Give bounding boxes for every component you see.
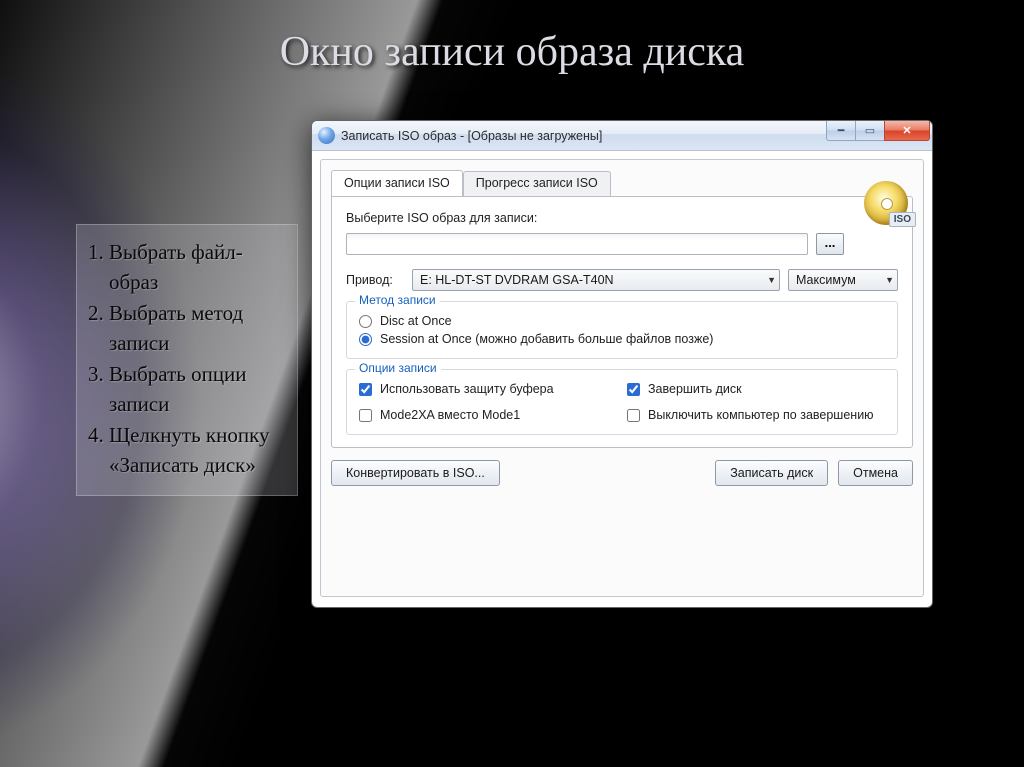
- cancel-button[interactable]: Отмена: [838, 460, 913, 486]
- write-method-legend: Метод записи: [355, 293, 440, 307]
- write-method-group: Метод записи Disc at Once Session at Onc…: [346, 301, 898, 359]
- convert-to-iso-button[interactable]: Конвертировать в ISO...: [331, 460, 500, 486]
- radio-disc-at-once[interactable]: Disc at Once: [359, 314, 885, 328]
- iso-disc-icon: ISO: [862, 179, 916, 227]
- radio-label: Session at Once (можно добавить больше ф…: [380, 332, 713, 346]
- check-finalize-disc[interactable]: Завершить диск: [627, 382, 885, 396]
- speed-value: Максимум: [796, 273, 856, 287]
- drive-value: E: HL-DT-ST DVDRAM GSA-T40N: [420, 273, 614, 287]
- burn-iso-window: Записать ISO образ - [Образы не загружен…: [311, 120, 933, 608]
- check-shutdown[interactable]: Выключить компьютер по завершению: [627, 408, 885, 422]
- radio-session-at-once[interactable]: Session at Once (можно добавить больше ф…: [359, 332, 885, 346]
- speed-combo[interactable]: Максимум ▼: [788, 269, 898, 291]
- maximize-button[interactable]: ▭: [855, 121, 885, 141]
- tab-panel-options: ISO Выберите ISO образ для записи: ... П…: [331, 196, 913, 448]
- app-icon: [318, 127, 335, 144]
- close-button[interactable]: ✕: [884, 121, 930, 141]
- step-item: Выбрать метод записи: [109, 298, 287, 359]
- iso-badge-label: ISO: [889, 212, 916, 227]
- step-item: Щелкнуть кнопку «Записать диск»: [109, 420, 287, 481]
- burn-disc-button[interactable]: Записать диск: [715, 460, 828, 486]
- steps-panel: Выбрать файл-образ Выбрать метод записи …: [76, 224, 298, 496]
- write-options-group: Опции записи Использовать защиту буфера …: [346, 369, 898, 435]
- check-mode2xa[interactable]: Mode2XA вместо Mode1: [359, 408, 617, 422]
- step-item: Выбрать опции записи: [109, 359, 287, 420]
- step-item: Выбрать файл-образ: [109, 237, 287, 298]
- chevron-down-icon: ▼: [767, 275, 776, 285]
- check-label: Завершить диск: [648, 382, 742, 396]
- check-label: Mode2XA вместо Mode1: [380, 408, 520, 422]
- drive-combo[interactable]: E: HL-DT-ST DVDRAM GSA-T40N ▼: [412, 269, 780, 291]
- tab-iso-progress[interactable]: Прогресс записи ISO: [463, 171, 611, 197]
- tab-iso-options[interactable]: Опции записи ISO: [331, 170, 463, 196]
- slide-title: Окно записи образа диска: [0, 28, 1024, 76]
- window-title: Записать ISO образ - [Образы не загружен…: [341, 129, 602, 143]
- check-label: Использовать защиту буфера: [380, 382, 554, 396]
- window-body: Опции записи ISO Прогресс записи ISO ISO…: [320, 159, 924, 597]
- minimize-button[interactable]: ━: [826, 121, 856, 141]
- select-iso-label: Выберите ISO образ для записи:: [346, 211, 898, 225]
- check-buffer-protection[interactable]: Использовать защиту буфера: [359, 382, 617, 396]
- write-options-legend: Опции записи: [355, 361, 441, 375]
- check-label: Выключить компьютер по завершению: [648, 408, 874, 422]
- window-titlebar[interactable]: Записать ISO образ - [Образы не загружен…: [312, 121, 932, 151]
- drive-label: Привод:: [346, 273, 404, 287]
- iso-path-input[interactable]: [346, 233, 808, 255]
- browse-button[interactable]: ...: [816, 233, 844, 255]
- chevron-down-icon: ▼: [885, 275, 894, 285]
- radio-label: Disc at Once: [380, 314, 452, 328]
